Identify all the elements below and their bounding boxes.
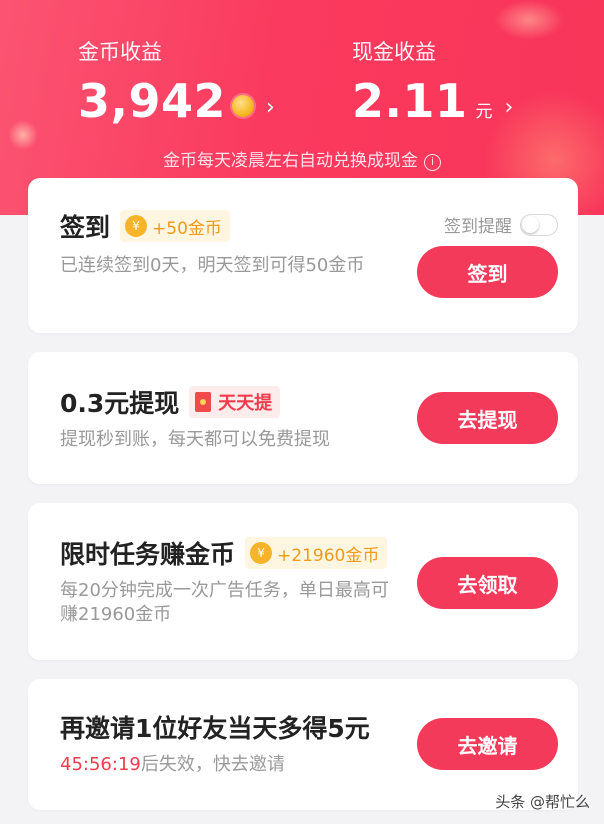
task-title-text: 限时任务赚金币: [60, 540, 236, 569]
daily-withdraw-text: 天天提: [218, 393, 273, 414]
decor-glow: [494, 0, 564, 40]
exchange-note-text: 金币每天凌晨左右自动兑换成现金: [163, 151, 418, 171]
cash-earnings[interactable]: 现金收益 2.11 元 ›: [352, 36, 513, 124]
coin-reward-badge: ¥ +21960金币: [245, 537, 388, 569]
task-card: 限时任务赚金币 ¥ +21960金币 每20分钟完成一次广告任务，单日最高可赚2…: [28, 503, 578, 660]
chevron-right-icon: ›: [266, 94, 275, 120]
checkin-button[interactable]: 签到: [417, 246, 558, 298]
checkin-desc: 已连续签到0天，明天签到可得50金币: [60, 255, 365, 276]
checkin-title: 签到 ¥ +50金币: [60, 208, 230, 244]
toggle-knob: [522, 215, 539, 233]
withdraw-desc: 提现秒到账，每天都可以免费提现: [60, 429, 330, 450]
cash-earnings-value: 2.11: [352, 74, 468, 128]
cash-earnings-label: 现金收益: [352, 40, 436, 64]
withdraw-title: 0.3元提现 天天提: [60, 384, 281, 420]
coin-earnings-value: 3,942: [78, 74, 227, 128]
checkin-reminder-label: 签到提醒: [444, 217, 512, 237]
coin-icon: [232, 95, 255, 117]
red-envelope-icon: [195, 392, 212, 412]
cash-unit: 元: [475, 101, 493, 122]
task-title: 限时任务赚金币 ¥ +21960金币: [60, 535, 388, 571]
withdraw-card: 0.3元提现 天天提 提现秒到账，每天都可以免费提现 去提现: [28, 352, 578, 484]
countdown-timer: 45:56:19: [60, 754, 141, 775]
task-desc: 每20分钟完成一次广告任务，单日最高可赚21960金币: [60, 580, 389, 625]
checkin-reminder[interactable]: 签到提醒: [444, 212, 558, 237]
withdraw-button[interactable]: 去提现: [417, 392, 558, 444]
chevron-right-icon: ›: [504, 94, 514, 120]
info-icon[interactable]: i: [424, 154, 441, 171]
checkin-reminder-toggle[interactable]: [520, 213, 558, 236]
task-claim-button[interactable]: 去领取: [417, 557, 558, 609]
coin-reward-text: +50金币: [152, 218, 222, 239]
withdraw-title-text: 0.3元提现: [60, 389, 180, 418]
invite-desc-text: 后失效，快去邀请: [140, 754, 285, 775]
coin-icon: ¥: [125, 215, 148, 237]
checkin-card: 签到 ¥ +50金币 签到提醒 已连续签到0天，明天签到可得50金币 签到: [28, 178, 578, 333]
watermark: 头条 @帮忙么: [495, 793, 590, 811]
exchange-note: 金币每天凌晨左右自动兑换成现金 i: [0, 146, 604, 171]
coin-earnings[interactable]: 金币收益 3,942 ›: [78, 36, 275, 124]
checkin-title-text: 签到: [60, 213, 111, 242]
invite-button[interactable]: 去邀请: [417, 718, 558, 770]
coin-reward-badge: ¥ +50金币: [120, 210, 230, 242]
coin-reward-text: +21960金币: [277, 545, 380, 566]
coin-icon: ¥: [250, 542, 273, 564]
daily-withdraw-badge: 天天提: [189, 386, 281, 418]
coin-earnings-label: 金币收益: [78, 40, 162, 64]
invite-desc: 45:56:19后失效，快去邀请: [60, 753, 400, 777]
invite-title: 再邀请1位好友当天多得5元: [60, 714, 370, 743]
